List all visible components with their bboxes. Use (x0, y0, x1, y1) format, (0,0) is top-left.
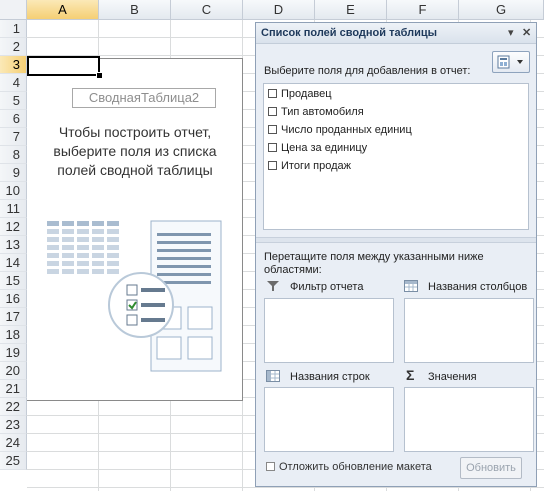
report-filter-header: Фильтр отчета (290, 281, 364, 293)
row-header-3[interactable]: 3 (0, 56, 27, 74)
row-header-7[interactable]: 7 (0, 128, 27, 146)
row-labels-dropzone[interactable] (264, 387, 394, 452)
update-button[interactable]: Обновить (460, 457, 522, 479)
column-labels-icon (404, 280, 418, 292)
row-header-13[interactable]: 13 (0, 236, 27, 254)
row-header-24[interactable]: 24 (0, 434, 27, 452)
defer-layout-label: Отложить обновление макета (279, 461, 432, 473)
column-labels-dropzone[interactable] (404, 298, 534, 363)
chevron-down-icon[interactable]: ▾ (508, 26, 514, 39)
column-header-d[interactable]: D (243, 0, 315, 20)
row-header-11[interactable]: 11 (0, 200, 27, 218)
row-header-23[interactable]: 23 (0, 416, 27, 434)
row-labels-header: Названия строк (290, 371, 370, 383)
row-header-1[interactable]: 1 (0, 20, 27, 38)
pivot-table-name: СводнаяТаблица2 (72, 88, 216, 108)
field-label: Продавец (281, 88, 332, 100)
report-filter-dropzone[interactable] (264, 298, 394, 363)
row-header-14[interactable]: 14 (0, 254, 27, 272)
pivot-instruction-text: Чтобы построить отчет, выберите поля из … (53, 124, 217, 178)
defer-layout-update[interactable]: Отложить обновление макета (266, 461, 432, 473)
field-label: Цена за единицу (281, 142, 368, 154)
column-labels-header: Названия столбцов (428, 281, 528, 293)
column-header-b[interactable]: B (99, 0, 171, 20)
row-header-8[interactable]: 8 (0, 146, 27, 164)
select-all-corner[interactable] (0, 0, 27, 20)
field-item-sales-totals[interactable]: Итоги продаж (268, 158, 351, 174)
pivot-field-list-panel: Список полей сводной таблицы ▾ ✕ Выберит… (255, 22, 537, 487)
row-header-25[interactable]: 25 (0, 452, 27, 470)
sigma-icon: Σ (406, 367, 415, 383)
field-item-unit-price[interactable]: Цена за единицу (268, 140, 367, 156)
row-header-6[interactable]: 6 (0, 110, 27, 128)
row-header-19[interactable]: 19 (0, 344, 27, 362)
row-header-2[interactable]: 2 (0, 38, 27, 56)
column-header-a[interactable]: A (27, 0, 99, 20)
panel-title: Список полей сводной таблицы (261, 27, 438, 39)
row-labels-icon (266, 370, 280, 382)
field-item-car-type[interactable]: Тип автомобиля (268, 104, 364, 120)
field-label: Тип автомобиля (281, 106, 364, 118)
defer-layout-checkbox[interactable] (266, 461, 275, 471)
field-checkbox[interactable] (268, 142, 277, 152)
field-layout-icon (497, 55, 523, 69)
active-cell-a3[interactable] (27, 56, 100, 76)
pivot-illustration-icon (47, 220, 222, 372)
column-header-e[interactable]: E (315, 0, 387, 20)
row-header-18[interactable]: 18 (0, 326, 27, 344)
drag-fields-label: Перетащите поля между указанными ниже об… (264, 251, 484, 276)
field-layout-button[interactable] (492, 51, 530, 73)
choose-fields-label: Выберите поля для добавления в отчет: (264, 65, 471, 77)
field-item-seller[interactable]: Продавец (268, 86, 332, 102)
row-header-5[interactable]: 5 (0, 92, 27, 110)
close-icon[interactable]: ✕ (522, 26, 531, 39)
values-dropzone[interactable] (404, 387, 534, 452)
field-item-units-sold[interactable]: Число проданных единиц (268, 122, 412, 138)
field-label: Число проданных единиц (281, 124, 412, 136)
column-header-f[interactable]: F (387, 0, 459, 20)
field-checkbox[interactable] (268, 160, 277, 170)
column-header-g[interactable]: G (459, 0, 544, 20)
field-checkbox[interactable] (268, 88, 277, 98)
row-header-20[interactable]: 20 (0, 362, 27, 380)
row-header-21[interactable]: 21 (0, 380, 27, 398)
column-header-c[interactable]: C (171, 0, 243, 20)
row-header-16[interactable]: 16 (0, 290, 27, 308)
row-header-9[interactable]: 9 (0, 164, 27, 182)
row-header-4[interactable]: 4 (0, 74, 27, 92)
fill-handle[interactable] (96, 72, 103, 79)
row-header-17[interactable]: 17 (0, 308, 27, 326)
panel-title-bar[interactable]: Список полей сводной таблицы ▾ ✕ (256, 23, 536, 44)
row-header-12[interactable]: 12 (0, 218, 27, 236)
row-header-10[interactable]: 10 (0, 182, 27, 200)
field-list: Продавец Тип автомобиля Число проданных … (263, 83, 529, 230)
row-header-15[interactable]: 15 (0, 272, 27, 290)
values-header: Значения (428, 371, 477, 383)
field-checkbox[interactable] (268, 124, 277, 134)
pivot-table-placeholder[interactable]: СводнаяТаблица2 Чтобы построить отчет, в… (27, 58, 243, 401)
field-checkbox[interactable] (268, 106, 277, 116)
filter-icon (267, 281, 279, 291)
field-label: Итоги продаж (281, 160, 351, 172)
column-headers: A B C D E F G (0, 0, 544, 20)
panel-splitter[interactable] (256, 237, 536, 243)
row-header-22[interactable]: 22 (0, 398, 27, 416)
